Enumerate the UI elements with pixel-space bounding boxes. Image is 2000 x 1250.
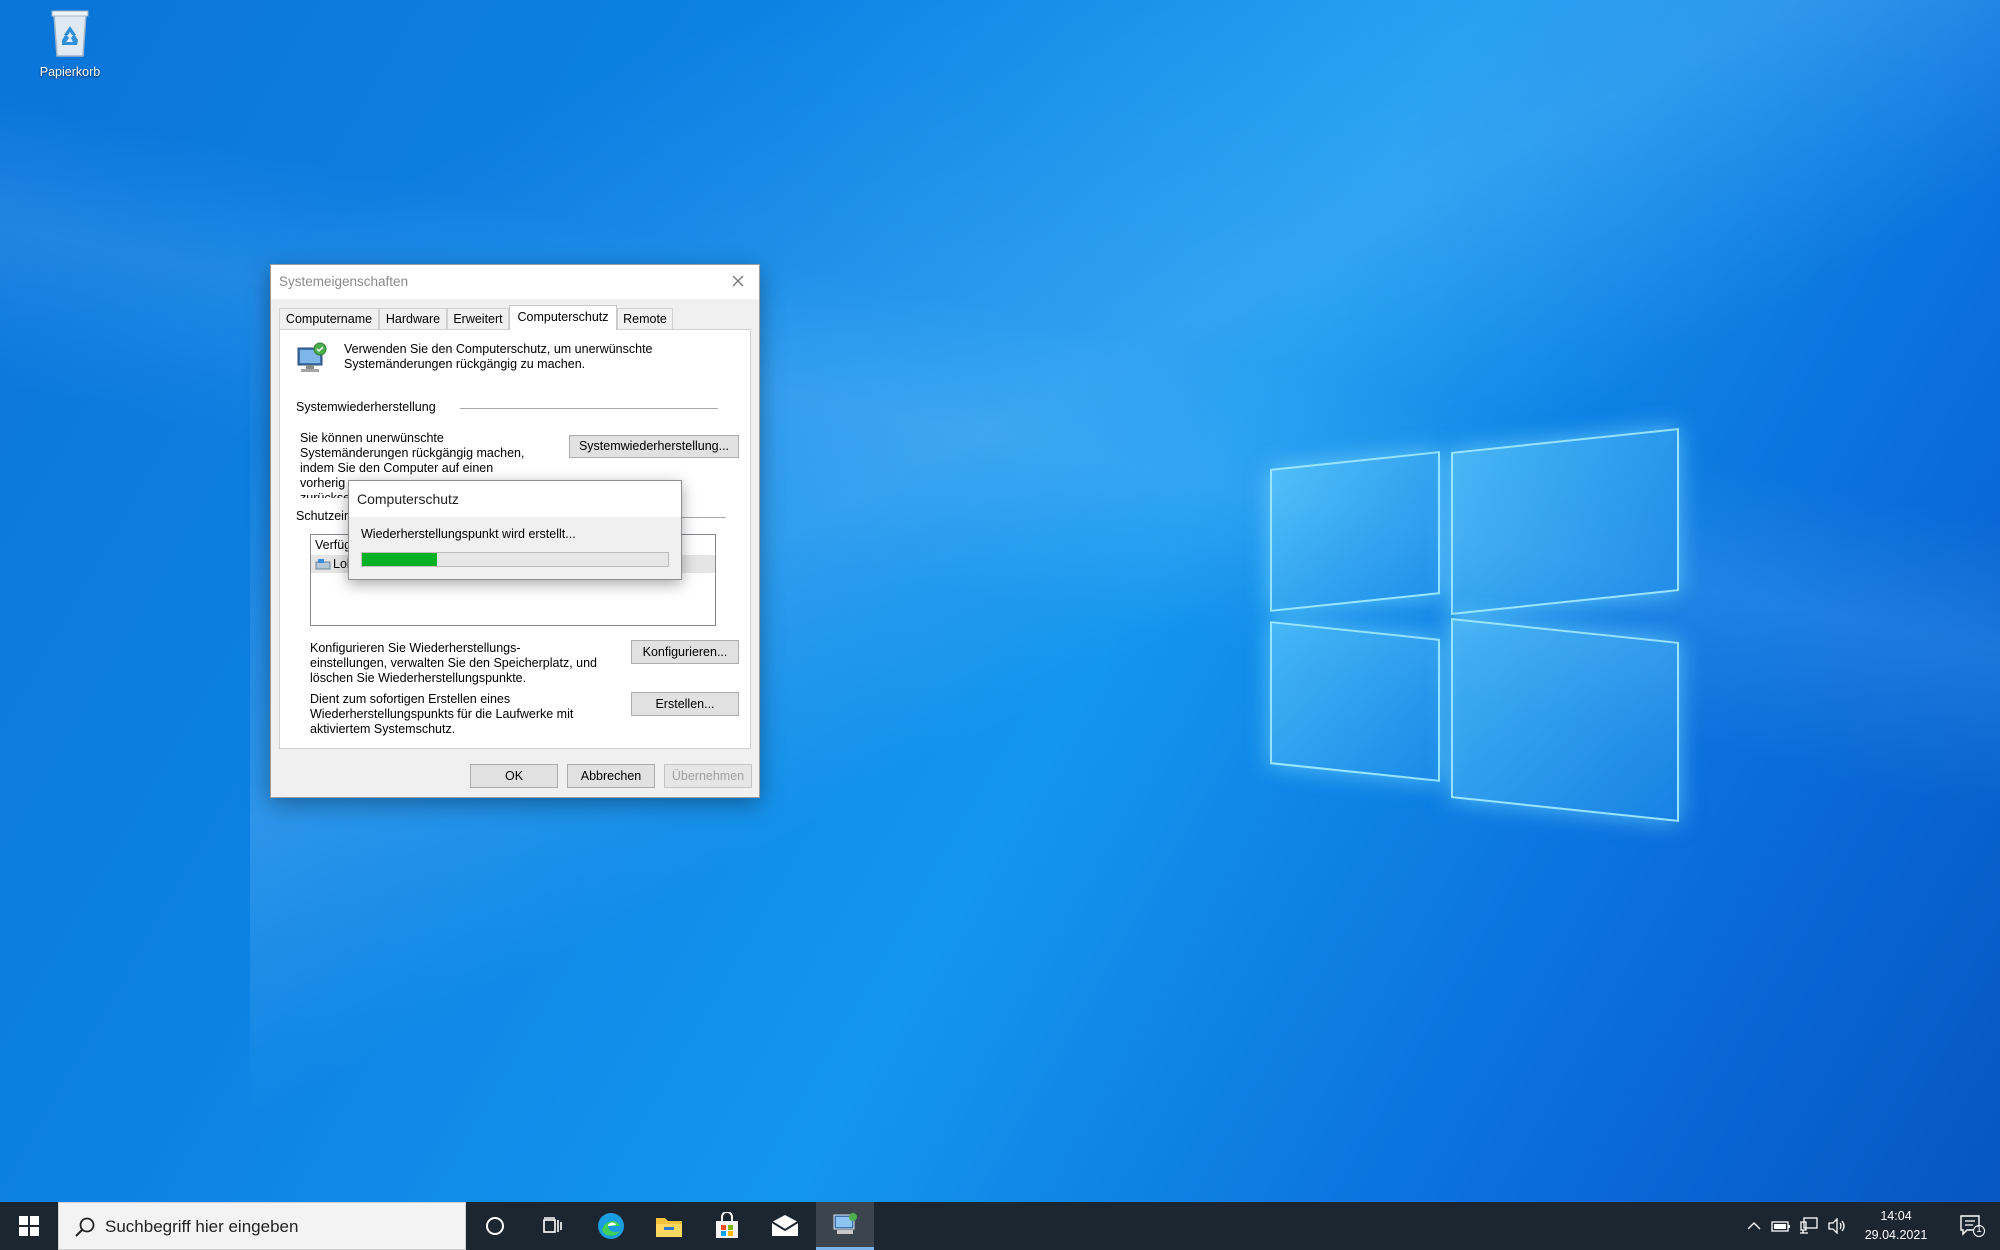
computer-protection-progress-dialog: Computerschutz Wiederherstellungspunkt w… (348, 480, 682, 580)
list-column-header: Verfüg (315, 538, 352, 552)
progress-bar-fill (362, 553, 437, 566)
search-box[interactable]: Suchbegriff hier eingeben (58, 1202, 466, 1250)
intro-text-line2: Systemänderungen rückgängig zu machen. (344, 357, 586, 371)
file-explorer-icon (656, 1218, 682, 1237)
file-explorer-button[interactable] (640, 1202, 698, 1250)
network-tray-button[interactable] (1796, 1202, 1822, 1250)
tab-computerschutz[interactable]: Computerschutz (509, 305, 617, 330)
cancel-button[interactable]: Abbrechen (567, 764, 655, 788)
search-icon (75, 1217, 95, 1237)
system-restore-button[interactable]: Systemwiederherstellung... (569, 435, 739, 458)
create-text-line1: Dient zum sofortigen Erstellen eines (310, 692, 511, 706)
drive-icon (315, 559, 331, 570)
dialog-titlebar[interactable]: Systemeigenschaften (271, 265, 759, 299)
store-button[interactable] (698, 1202, 756, 1250)
battery-tray-button[interactable] (1768, 1202, 1794, 1250)
configure-text-line3: löschen Sie Wiederherstellungspunkte. (310, 671, 527, 685)
create-text-line3: aktiviertem Systemschutz. (310, 722, 456, 736)
mail-icon (771, 1215, 799, 1236)
clock-date: 29.04.2021 (1864, 1228, 1928, 1242)
logo-pane (1451, 428, 1679, 615)
progress-message: Wiederherstellungspunkt wird erstellt... (361, 527, 576, 541)
close-icon[interactable] (727, 270, 749, 292)
system-properties-taskbar-button[interactable] (816, 1202, 874, 1250)
configure-text-line2: einstellungen, verwalten Sie den Speiche… (310, 656, 597, 670)
chevron-up-icon (1747, 1222, 1761, 1230)
desktop-icon-recycle-bin[interactable]: Papierkorb (30, 6, 110, 79)
tab-hardware[interactable]: Hardware (379, 308, 447, 329)
mail-button[interactable] (756, 1202, 814, 1250)
restore-text-line1: Sie können unerwünschte (300, 431, 444, 445)
apply-button[interactable]: Übernehmen (664, 764, 752, 788)
store-icon (716, 1212, 738, 1238)
action-center-button[interactable]: 1 (1948, 1202, 1996, 1250)
logo-pane (1270, 621, 1440, 782)
taskbar-clock[interactable]: 14:04 29.04.2021 (1850, 1207, 1942, 1245)
restore-text-line2: Systemänderungen rückgängig machen, (300, 446, 525, 460)
task-view-button[interactable] (524, 1202, 582, 1250)
restore-text-line4: vorherig (300, 476, 346, 490)
restore-text-line3: indem Sie den Computer auf einen (300, 461, 494, 475)
configure-text-line1: Konfigurieren Sie Wiederherstellungs- (310, 641, 521, 655)
cortana-button[interactable] (466, 1202, 524, 1250)
section-divider (460, 408, 718, 409)
create-text-line2: Wiederherstellungspunkts für die Laufwer… (310, 707, 574, 721)
show-hidden-icons-button[interactable] (1742, 1202, 1766, 1250)
tab-remote[interactable]: Remote (617, 308, 673, 329)
task-view-icon (543, 1217, 562, 1233)
battery-icon (1771, 1221, 1790, 1232)
cortana-icon (486, 1217, 504, 1235)
edge-button[interactable] (582, 1202, 640, 1250)
tab-computername[interactable]: Computername (279, 308, 379, 329)
search-placeholder: Suchbegriff hier eingeben (105, 1217, 299, 1236)
restore-section-title: Systemwiederherstellung (296, 400, 436, 414)
edge-icon (598, 1213, 624, 1239)
taskbar: Suchbegriff hier eingeben 14:04 29.04.20… (0, 1202, 2000, 1250)
logo-pane (1270, 451, 1440, 612)
recycle-bin-icon (51, 10, 89, 57)
system-properties-icon (833, 1212, 857, 1234)
volume-tray-button[interactable] (1824, 1202, 1850, 1250)
ok-button[interactable]: OK (470, 764, 558, 788)
notification-count-badge: 1 (1976, 1224, 1982, 1235)
progress-bar (361, 552, 669, 567)
progress-dialog-body: Wiederherstellungspunkt wird erstellt... (349, 517, 681, 579)
network-icon (1800, 1217, 1818, 1234)
start-icon (19, 1216, 39, 1236)
configure-button[interactable]: Konfigurieren... (631, 640, 739, 664)
dialog-title: Systemeigenschaften (279, 274, 409, 289)
create-button[interactable]: Erstellen... (631, 692, 739, 716)
clock-time: 14:04 (1880, 1209, 1912, 1223)
logo-pane (1451, 618, 1679, 822)
intro-text-line1: Verwenden Sie den Computerschutz, um une… (344, 342, 653, 356)
start-button[interactable] (0, 1202, 58, 1250)
recycle-bin-label: Papierkorb (39, 65, 101, 79)
progress-dialog-title: Computerschutz (357, 491, 459, 507)
computer-protection-icon (297, 342, 327, 372)
speaker-icon (1828, 1218, 1845, 1234)
tab-erweitert[interactable]: Erweitert (447, 308, 509, 329)
windows-logo-wallpaper (1270, 420, 1680, 835)
restore-text-line5: zurückse (300, 491, 351, 498)
protection-section-title: Schutzein (296, 509, 351, 523)
